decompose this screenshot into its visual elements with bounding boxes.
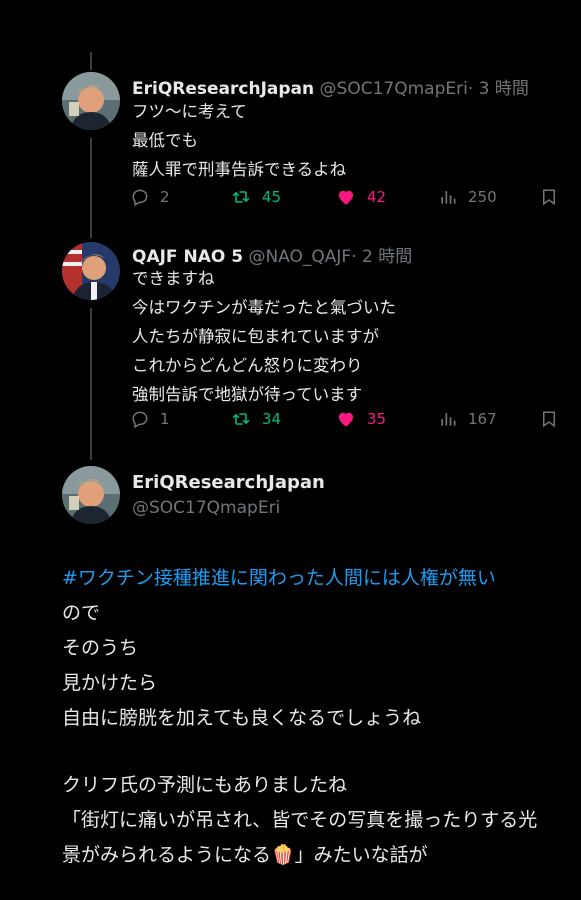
text-line: そのうち <box>62 637 139 659</box>
tweet-header: EriQResearchJapan @SOC17QmapEri· 3 時間 <box>132 74 529 99</box>
bookmark-icon <box>543 411 555 428</box>
bookmark-button[interactable] <box>540 404 558 434</box>
reply-count: 1 <box>160 410 170 428</box>
retweet-icon <box>232 413 250 425</box>
views-button[interactable]: 250 <box>438 182 497 212</box>
author-handle[interactable]: @SOC17QmapEri <box>132 498 280 518</box>
hashtag-link[interactable]: #ワクチン接種推進に関わった人間には人権が無い <box>62 561 581 596</box>
views-icon <box>441 413 456 426</box>
text-line: ので <box>62 602 101 624</box>
main-tweet-text: #ワクチン接種推進に関わった人間には人権が無い ので そのうち 見かけたら 自由… <box>62 561 581 873</box>
reply-button[interactable]: 1 <box>130 404 170 434</box>
avatar[interactable] <box>62 242 120 300</box>
views-button[interactable]: 167 <box>438 404 497 434</box>
thread-line <box>90 52 92 70</box>
retweet-count: 34 <box>262 410 282 428</box>
reply-icon <box>132 189 148 207</box>
text-line: 「街灯に痛いが吊され、皆でその写真を撮ったりする光 <box>62 809 538 831</box>
timestamp[interactable]: · 3 時間 <box>468 79 529 99</box>
like-button[interactable]: 35 <box>335 404 386 434</box>
bookmark-button[interactable] <box>540 182 558 212</box>
text-line: 自由に膀胱を加えても良くなるでしょうね <box>62 707 422 729</box>
retweet-icon <box>232 191 250 203</box>
retweet-button[interactable]: 45 <box>230 182 281 212</box>
text-line: 景がみられるようになる🍿」みたいな話が <box>62 844 428 866</box>
retweet-count: 45 <box>262 188 282 206</box>
thread-line <box>90 138 92 238</box>
author-name[interactable]: EriQResearchJapan <box>132 472 325 493</box>
text-line: クリフ氏の予測にもありましたね <box>62 774 348 796</box>
heart-icon <box>338 190 354 205</box>
avatar[interactable] <box>62 72 120 130</box>
tweet-text: できますね 今はワクチンが毒だったと氣づいた 人たちが静寂に包まれていますが こ… <box>132 269 396 404</box>
reply-count: 2 <box>160 188 170 206</box>
reply-button[interactable]: 2 <box>130 182 170 212</box>
like-count: 42 <box>367 188 387 206</box>
tweet-actions: 2 45 42 250 <box>130 182 570 212</box>
tweet-text: フツ〜に考えて 最低でも 薩人罪で刑事告訴できるよね <box>132 102 347 179</box>
retweet-button[interactable]: 34 <box>230 404 281 434</box>
author-handle[interactable]: @SOC17QmapEri <box>320 79 468 99</box>
views-count: 167 <box>468 410 497 428</box>
like-button[interactable]: 42 <box>335 182 386 212</box>
text-line: 見かけたら <box>62 672 158 694</box>
like-count: 35 <box>367 410 387 428</box>
avatar[interactable] <box>62 466 120 524</box>
views-count: 250 <box>468 188 497 206</box>
author-name[interactable]: EriQResearchJapan <box>132 79 314 99</box>
heart-icon <box>338 412 354 427</box>
tweet-actions: 1 34 35 167 <box>130 404 570 434</box>
views-icon <box>441 191 456 204</box>
reply-icon <box>132 411 148 429</box>
thread-line <box>90 308 92 460</box>
bookmark-icon <box>543 189 555 206</box>
